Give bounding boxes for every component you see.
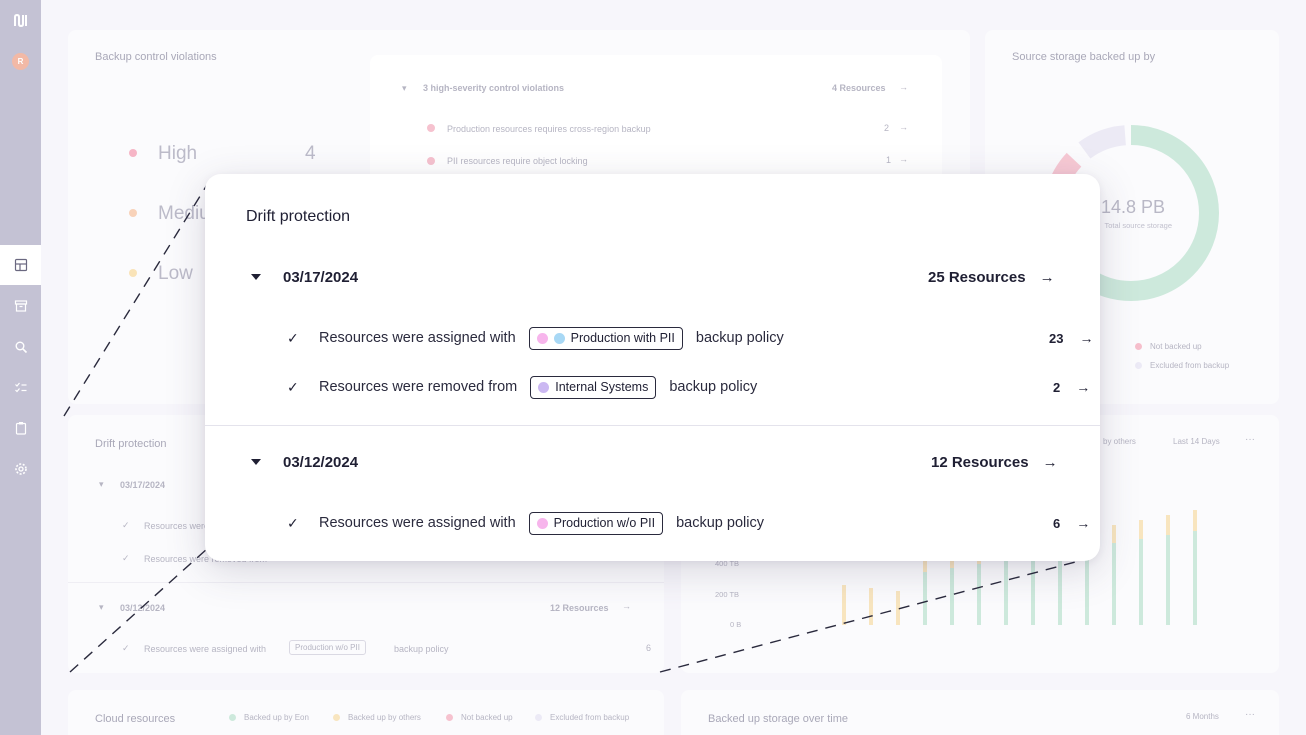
tag-dot: [536, 332, 548, 344]
policy-tag[interactable]: Production with PII: [528, 326, 683, 350]
tag-dot: [538, 381, 550, 393]
group-2-header[interactable]: 03/12/2024: [251, 452, 358, 472]
caret-down-icon[interactable]: [251, 459, 261, 465]
arrow-right-icon[interactable]: →: [1076, 515, 1090, 531]
tag-label: Internal Systems: [555, 380, 649, 394]
group-2-date: 03/12/2024: [283, 453, 359, 471]
row-text: Resources were assigned with: [319, 515, 516, 531]
group-1-count-label: 25 Resources: [928, 268, 1026, 286]
arrow-right-icon[interactable]: →: [1040, 269, 1055, 286]
drift-row: ✓ Resources were removed from Internal S…: [287, 374, 757, 400]
drift-protection-popup: Drift protection 03/17/2024 25 Resources…: [205, 174, 1100, 561]
row-suffix: backup policy: [669, 379, 758, 395]
row-suffix: backup policy: [695, 330, 784, 346]
arrow-right-icon[interactable]: →: [1043, 454, 1058, 471]
group-divider: [205, 425, 1100, 426]
check-icon: ✓: [287, 378, 299, 395]
popup-title: Drift protection: [246, 208, 351, 225]
connector-line-bottom-left: [69, 547, 209, 673]
connector-line-top: [63, 179, 211, 417]
drift-row: ✓ Resources were assigned with Productio…: [287, 325, 784, 351]
row-text: Resources were removed from: [319, 379, 518, 395]
row-count[interactable]: 2 →: [1053, 374, 1090, 400]
group-1-count[interactable]: 25 Resources →: [928, 267, 1055, 287]
row-count-value: 2: [1053, 379, 1061, 395]
group-1-date: 03/17/2024: [283, 268, 359, 286]
group-1-header[interactable]: 03/17/2024: [251, 267, 358, 287]
check-icon: ✓: [287, 329, 299, 346]
drift-row: ✓ Resources were assigned with Productio…: [287, 510, 764, 536]
row-count-value: 6: [1053, 515, 1061, 531]
group-2-count[interactable]: 12 Resources →: [931, 452, 1058, 472]
tag-dot: [536, 517, 548, 529]
check-icon: ✓: [287, 514, 299, 531]
tag-label: Production with PII: [570, 331, 675, 345]
row-suffix: backup policy: [676, 515, 764, 531]
tag-dot: [553, 332, 565, 344]
connector-line-bottom-right: [659, 555, 1099, 673]
tag-label: Production w/o PII: [553, 516, 656, 530]
group-2-count-label: 12 Resources: [931, 453, 1029, 471]
row-text: Resources were assigned with: [319, 330, 516, 346]
row-count[interactable]: 6 →: [1053, 510, 1090, 536]
caret-down-icon[interactable]: [251, 274, 261, 280]
policy-tag[interactable]: Production w/o PII: [528, 511, 664, 535]
policy-tag[interactable]: Internal Systems: [530, 375, 657, 399]
arrow-right-icon[interactable]: →: [1076, 379, 1090, 395]
row-count-value: 23: [1049, 330, 1064, 346]
arrow-right-icon[interactable]: →: [1079, 330, 1093, 346]
row-count[interactable]: 23 →: [1049, 325, 1093, 351]
